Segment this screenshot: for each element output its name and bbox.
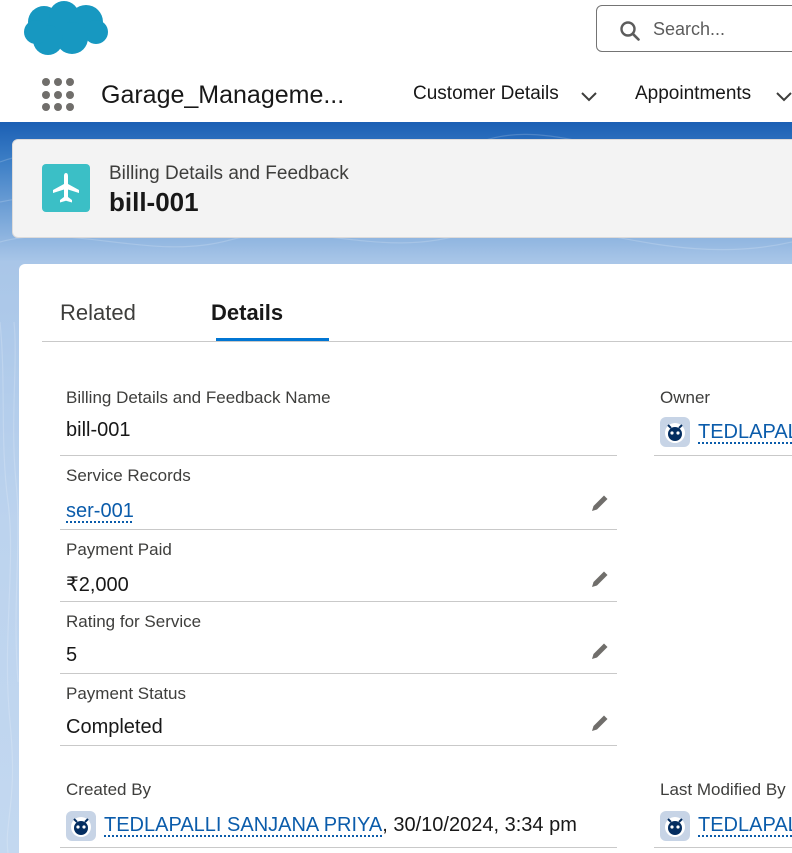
app-name: Garage_Manageme... <box>101 81 345 109</box>
user-avatar-icon <box>660 811 690 841</box>
field-label: Created By <box>66 780 152 799</box>
nav-item-appointments[interactable]: Appointments <box>635 83 751 105</box>
field-payment-paid: Payment Paid ₹2,000 <box>60 530 617 602</box>
tab-details[interactable]: Details <box>211 300 283 326</box>
field-value: ₹2,000 <box>66 574 129 596</box>
field-label: Owner <box>660 388 711 407</box>
field-value: Completed <box>66 716 163 738</box>
search-icon <box>620 21 640 41</box>
created-by-user-link[interactable]: TEDLAPALLI SANJANA PRIYA <box>104 814 382 836</box>
app-launcher-icon[interactable] <box>42 78 76 112</box>
field-label: Service Records <box>66 466 191 485</box>
nav-item-customer-details[interactable]: Customer Details <box>413 83 559 105</box>
user-avatar-icon <box>66 811 96 841</box>
tab-bar: Related Details <box>42 264 792 342</box>
airplane-icon <box>42 164 90 212</box>
field-last-modified-by: Last Modified By TEDLAPAL <box>654 769 792 848</box>
field-value: bill-001 <box>66 419 131 441</box>
pencil-edit-icon[interactable] <box>589 492 611 514</box>
pencil-edit-icon[interactable] <box>589 568 611 590</box>
app-navigation-bar: Garage_Manageme... Customer Details Appo… <box>0 70 792 122</box>
tab-related[interactable]: Related <box>60 300 136 326</box>
created-by-value: TEDLAPALLI SANJANA PRIYA, 30/10/2024, 3:… <box>104 814 577 837</box>
record-header: Billing Details and Feedback bill-001 <box>12 139 792 238</box>
field-billing-name: Billing Details and Feedback Name bill-0… <box>60 377 617 456</box>
field-payment-status: Payment Status Completed <box>60 674 617 746</box>
chevron-down-icon[interactable] <box>773 85 792 107</box>
field-label: Last Modified By <box>660 780 786 799</box>
field-label: Payment Status <box>66 684 187 703</box>
field-rating-for-service: Rating for Service 5 <box>60 602 617 674</box>
record-title: bill-001 <box>109 187 199 217</box>
owner-link[interactable]: TEDLAPAL <box>698 421 792 444</box>
field-label: Billing Details and Feedback Name <box>66 388 331 407</box>
salesforce-cloud-logo[interactable] <box>22 0 110 60</box>
created-timestamp: , 30/10/2024, 3:34 pm <box>382 814 577 836</box>
active-tab-indicator <box>216 338 329 341</box>
pencil-edit-icon[interactable] <box>589 640 611 662</box>
service-record-link[interactable]: ser-001 <box>66 500 134 523</box>
field-label: Payment Paid <box>66 540 172 559</box>
field-owner: Owner TEDLAPAL <box>654 377 792 456</box>
chevron-down-icon[interactable] <box>578 85 600 107</box>
field-created-by: Created By TEDLAPALLI SANJANA PRIYA, 30/… <box>60 769 617 848</box>
search-input[interactable] <box>653 14 792 44</box>
user-avatar-icon <box>660 417 690 447</box>
pencil-edit-icon[interactable] <box>589 712 611 734</box>
global-header <box>0 0 792 70</box>
field-value: 5 <box>66 644 78 666</box>
field-label: Rating for Service <box>66 612 202 631</box>
record-detail-card: Related Details Billing Details and Feed… <box>19 264 792 853</box>
object-type-label: Billing Details and Feedback <box>109 163 349 184</box>
last-modified-user-link[interactable]: TEDLAPAL <box>698 814 792 837</box>
global-search[interactable] <box>596 5 792 52</box>
field-service-records: Service Records ser-001 <box>60 456 617 530</box>
